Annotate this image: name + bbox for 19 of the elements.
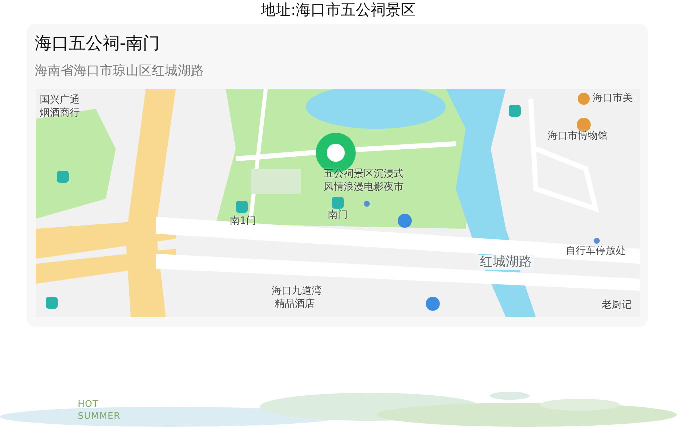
map-place-label: 精品酒店 <box>275 299 315 311</box>
location-address: 海南省海口市琼山区红城湖路 <box>35 62 205 80</box>
map-road-label: 红城湖路 <box>478 255 534 270</box>
map-view[interactable]: 国兴广通 烟酒商行 海口市美 海口市博物馆 五公祠景区沉浸式 风情浪漫电影夜市 南门 南1门 红城湖路 自行车停放处 海口九道湾 精品酒店 老厨记 <box>36 89 640 317</box>
map-place-label: 海口市博物馆 <box>548 131 608 143</box>
page-title: 地址:海口市五公祠景区 <box>260 0 418 20</box>
map-place-label: 南1门 <box>230 216 256 228</box>
location-name: 海口五公祠-南门 <box>35 33 162 56</box>
brand-text: SUMMER <box>78 411 121 423</box>
brand-text: HOT <box>78 399 100 411</box>
map-place-label: 自行车停放处 <box>566 246 626 258</box>
map-place-label: 国兴广通 <box>40 95 80 107</box>
map-place-label: 海口市美 <box>593 93 633 105</box>
map-place-label: 烟酒商行 <box>40 108 80 120</box>
map-place-label: 风情浪漫电影夜市 <box>324 182 404 194</box>
map-place-label: 五公祠景区沉浸式 <box>324 169 404 181</box>
map-place-label: 海口九道湾 <box>272 286 322 298</box>
map-place-label: 老厨记 <box>602 300 632 312</box>
map-place-label: 南门 <box>328 210 348 222</box>
